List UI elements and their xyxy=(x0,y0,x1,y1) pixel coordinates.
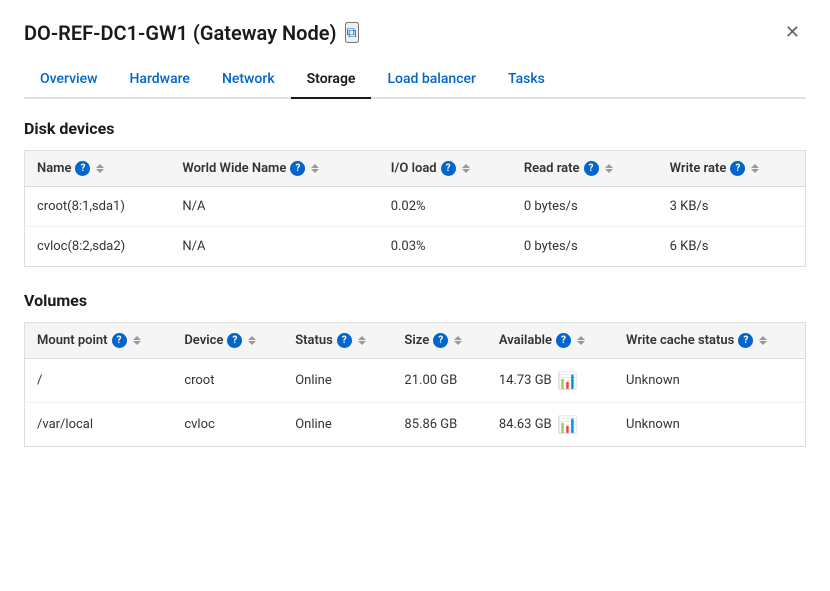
volumes-title: Volumes xyxy=(24,291,806,310)
wwn-help-icon[interactable]: ? xyxy=(290,161,305,176)
read-help-icon[interactable]: ? xyxy=(584,161,599,176)
cache-sort-icon[interactable] xyxy=(759,336,767,345)
vol-write-cache: Unknown xyxy=(614,359,805,403)
tab-network[interactable]: Network xyxy=(206,61,291,99)
vol-device: croot xyxy=(172,359,283,403)
size-sort-icon[interactable] xyxy=(454,336,462,345)
disk-wwn: N/A xyxy=(170,187,378,227)
device-help-icon[interactable]: ? xyxy=(227,333,242,348)
disk-name: croot(8:1,sda1) xyxy=(25,187,171,227)
col-read-rate: Read rate ? xyxy=(512,151,658,187)
vol-available: 14.73 GB 📊 xyxy=(487,359,614,403)
tab-bar: Overview Hardware Network Storage Load b… xyxy=(24,61,806,99)
name-sort-icon[interactable] xyxy=(96,164,104,173)
table-row: / croot Online 21.00 GB 14.73 GB 📊 Unkno… xyxy=(25,359,806,403)
cache-help-icon[interactable]: ? xyxy=(738,333,753,348)
tab-overview[interactable]: Overview xyxy=(24,61,113,99)
disk-devices-title: Disk devices xyxy=(24,119,806,138)
close-button[interactable]: ✕ xyxy=(779,20,806,45)
vol-size: 21.00 GB xyxy=(392,359,486,403)
col-size: Size ? xyxy=(392,323,486,359)
volumes-table: Mount point ? Device ? xyxy=(24,322,806,447)
external-link-icon[interactable]: ⧉ xyxy=(345,22,359,43)
disk-wwn: N/A xyxy=(170,227,378,267)
disk-devices-header-row: Name ? World Wide Name ? xyxy=(25,151,806,187)
io-help-icon[interactable]: ? xyxy=(441,161,456,176)
vol-device: cvloc xyxy=(172,403,283,447)
disk-name: cvloc(8:2,sda2) xyxy=(25,227,171,267)
bar-chart-icon[interactable]: 📊 xyxy=(558,371,578,390)
write-help-icon[interactable]: ? xyxy=(730,161,745,176)
col-available: Available ? xyxy=(487,323,614,359)
device-sort-icon[interactable] xyxy=(248,336,256,345)
col-io-load: I/O load ? xyxy=(379,151,512,187)
table-row: croot(8:1,sda1) N/A 0.02% 0 bytes/s 3 KB… xyxy=(25,187,806,227)
vol-mount-point: /var/local xyxy=(25,403,173,447)
table-row: /var/local cvloc Online 85.86 GB 84.63 G… xyxy=(25,403,806,447)
disk-io: 0.03% xyxy=(379,227,512,267)
vol-write-cache: Unknown xyxy=(614,403,805,447)
disk-devices-section: Disk devices Name ? World Wide Name xyxy=(24,119,806,267)
read-sort-icon[interactable] xyxy=(605,164,613,173)
panel: DO-REF-DC1-GW1 (Gateway Node) ⧉ ✕ Overvi… xyxy=(0,0,830,491)
vol-status: Online xyxy=(283,359,392,403)
table-row: cvloc(8:2,sda2) N/A 0.03% 0 bytes/s 6 KB… xyxy=(25,227,806,267)
tab-load-balancer[interactable]: Load balancer xyxy=(371,61,492,99)
mount-help-icon[interactable]: ? xyxy=(112,333,127,348)
volumes-section: Volumes Mount point ? Device ? xyxy=(24,291,806,447)
volumes-header-row: Mount point ? Device ? xyxy=(25,323,806,359)
available-help-icon[interactable]: ? xyxy=(556,333,571,348)
tab-storage[interactable]: Storage xyxy=(291,61,372,99)
tab-hardware[interactable]: Hardware xyxy=(113,61,205,99)
io-sort-icon[interactable] xyxy=(462,164,470,173)
col-device: Device ? xyxy=(172,323,283,359)
col-world-wide-name: World Wide Name ? xyxy=(170,151,378,187)
mount-sort-icon[interactable] xyxy=(133,336,141,345)
disk-read: 0 bytes/s xyxy=(512,227,658,267)
wwn-sort-icon[interactable] xyxy=(311,164,319,173)
status-help-icon[interactable]: ? xyxy=(337,333,352,348)
disk-devices-table: Name ? World Wide Name ? xyxy=(24,150,806,267)
bar-chart-icon[interactable]: 📊 xyxy=(558,415,578,434)
write-sort-icon[interactable] xyxy=(751,164,759,173)
disk-io: 0.02% xyxy=(379,187,512,227)
title-text: DO-REF-DC1-GW1 (Gateway Node) xyxy=(24,21,337,45)
disk-read: 0 bytes/s xyxy=(512,187,658,227)
vol-status: Online xyxy=(283,403,392,447)
vol-available: 84.63 GB 📊 xyxy=(487,403,614,447)
name-help-icon[interactable]: ? xyxy=(75,161,90,176)
status-sort-icon[interactable] xyxy=(358,336,366,345)
panel-header: DO-REF-DC1-GW1 (Gateway Node) ⧉ ✕ xyxy=(24,20,806,45)
vol-size: 85.86 GB xyxy=(392,403,486,447)
col-write-cache-status: Write cache status ? xyxy=(614,323,805,359)
panel-title: DO-REF-DC1-GW1 (Gateway Node) ⧉ xyxy=(24,21,359,45)
disk-write: 6 KB/s xyxy=(658,227,806,267)
col-write-rate: Write rate ? xyxy=(658,151,806,187)
col-mount-point: Mount point ? xyxy=(25,323,173,359)
col-name: Name ? xyxy=(25,151,171,187)
vol-mount-point: / xyxy=(25,359,173,403)
col-status: Status ? xyxy=(283,323,392,359)
disk-write: 3 KB/s xyxy=(658,187,806,227)
tab-tasks[interactable]: Tasks xyxy=(492,61,561,99)
size-help-icon[interactable]: ? xyxy=(433,333,448,348)
available-sort-icon[interactable] xyxy=(577,336,585,345)
